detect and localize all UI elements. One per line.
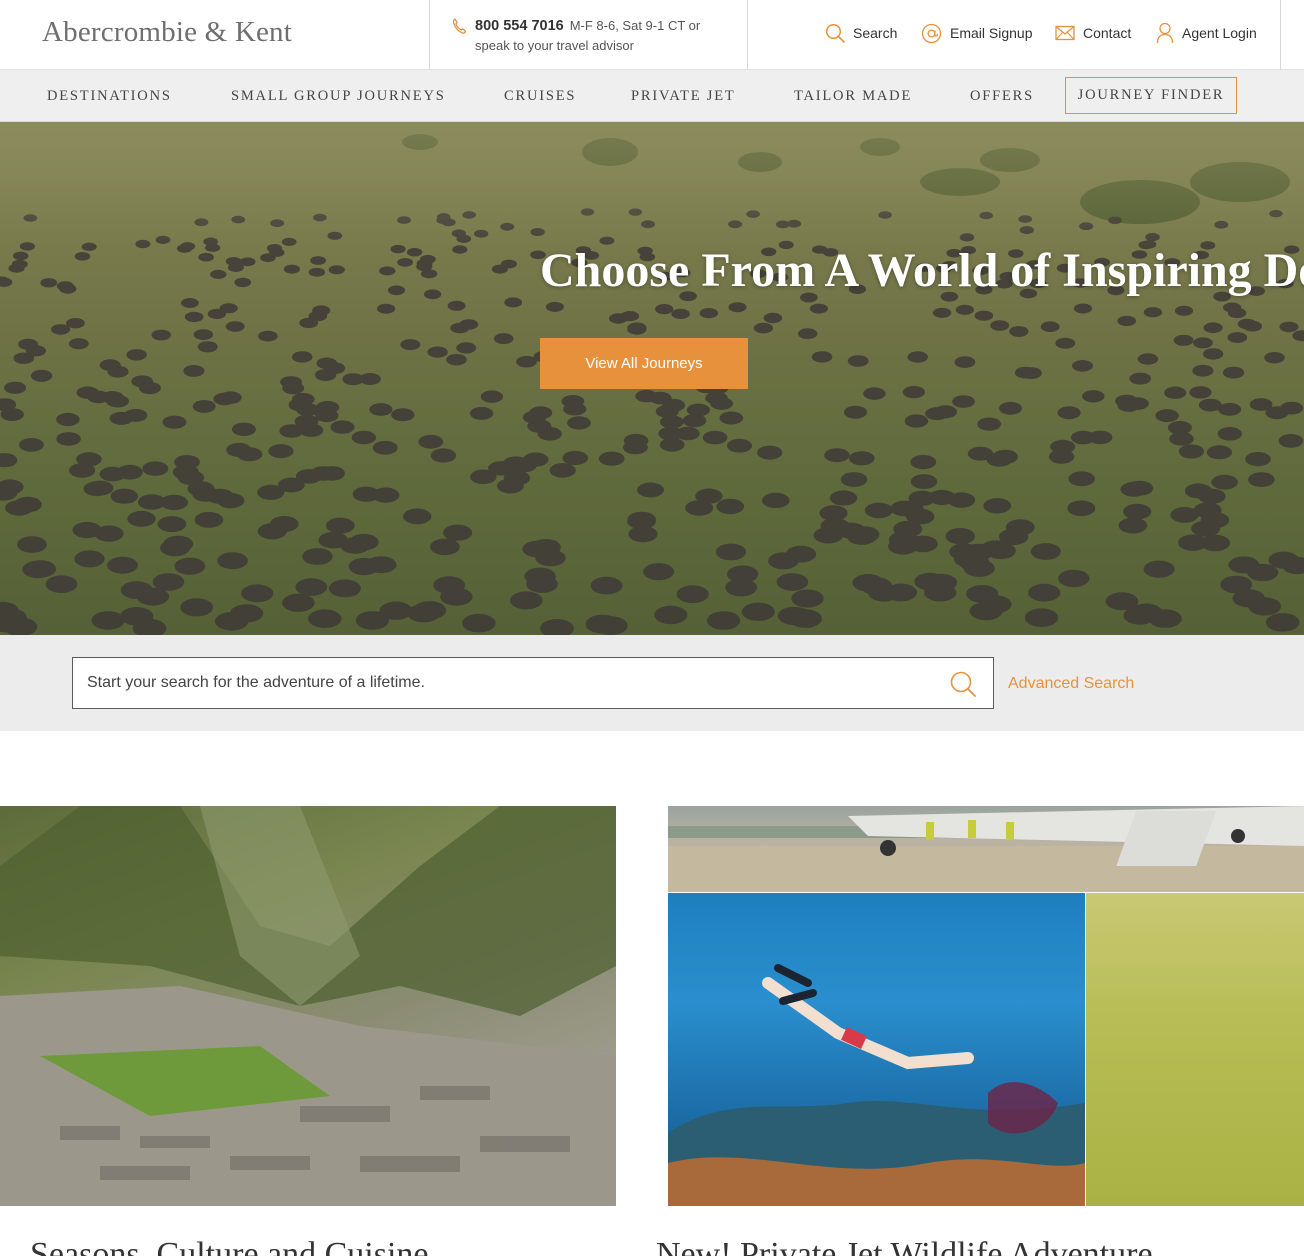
card-title-private-jet[interactable]: New! Private Jet Wildlife Adventure bbox=[656, 1236, 1153, 1256]
phone-icon bbox=[452, 18, 466, 34]
search-section: Advanced Search bbox=[0, 635, 1304, 731]
contact-label: Contact bbox=[1083, 25, 1132, 41]
grassland-image[interactable] bbox=[1086, 893, 1304, 1206]
email-at-icon bbox=[921, 23, 942, 43]
search-icon bbox=[825, 23, 845, 43]
header-search-link[interactable]: Search bbox=[825, 22, 897, 44]
journey-finder-button[interactable]: JOURNEY FINDER bbox=[1065, 77, 1237, 114]
card-image-art bbox=[668, 806, 1304, 892]
envelope-icon bbox=[1055, 25, 1075, 41]
top-utility-bar: Abercrombie & Kent 800 554 7016 M-F 8-6, … bbox=[0, 0, 1304, 70]
nav-private-jet[interactable]: PRIVATE JET bbox=[631, 88, 736, 105]
nav-small-group-journeys[interactable]: SMALL GROUP JOURNEYS bbox=[231, 88, 446, 105]
phone-number[interactable]: 800 554 7016 bbox=[475, 18, 564, 34]
nav-offers[interactable]: OFFERS bbox=[970, 88, 1034, 105]
user-icon bbox=[1156, 22, 1174, 44]
view-all-journeys-button[interactable]: View All Journeys bbox=[540, 338, 748, 389]
card-title-seasons[interactable]: Seasons, Culture and Cuisine bbox=[30, 1236, 429, 1256]
contact-link[interactable]: Contact bbox=[1055, 22, 1131, 44]
advanced-search-link[interactable]: Advanced Search bbox=[1008, 675, 1134, 693]
phone-text: 800 554 7016 M-F 8-6, Sat 9-1 CT or speak… bbox=[475, 16, 735, 56]
agent-login-link[interactable]: Agent Login bbox=[1156, 22, 1257, 44]
email-signup-link[interactable]: Email Signup bbox=[921, 22, 1033, 44]
nav-destinations[interactable]: DESTINATIONS bbox=[47, 88, 172, 105]
hero-banner: Choose From A World of Inspiring Destina… bbox=[0, 122, 1304, 635]
nav-cruises[interactable]: CRUISES bbox=[504, 88, 576, 105]
private-jet-tarmac-image[interactable] bbox=[668, 806, 1304, 892]
brand-logo[interactable]: Abercrombie & Kent bbox=[42, 16, 292, 49]
divider bbox=[429, 0, 430, 70]
nav-tailor-made[interactable]: TAILOR MADE bbox=[794, 88, 912, 105]
search-link-label: Search bbox=[853, 25, 898, 41]
agent-login-label: Agent Login bbox=[1182, 25, 1257, 41]
machu-picchu-image[interactable] bbox=[0, 806, 616, 1206]
email-signup-label: Email Signup bbox=[950, 25, 1033, 41]
search-icon[interactable] bbox=[949, 670, 977, 698]
hero-title: Choose From A World of Inspiring Destina… bbox=[540, 244, 1304, 297]
divider bbox=[747, 0, 748, 70]
journey-search-input[interactable] bbox=[87, 658, 927, 708]
main-navigation: DESTINATIONS SMALL GROUP JOURNEYS CRUISE… bbox=[0, 70, 1304, 122]
card-image-art bbox=[668, 964, 1085, 1206]
card-image-art bbox=[0, 806, 616, 1206]
snorkeling-image[interactable] bbox=[668, 893, 1085, 1206]
search-box bbox=[72, 657, 994, 709]
divider bbox=[1280, 0, 1281, 70]
